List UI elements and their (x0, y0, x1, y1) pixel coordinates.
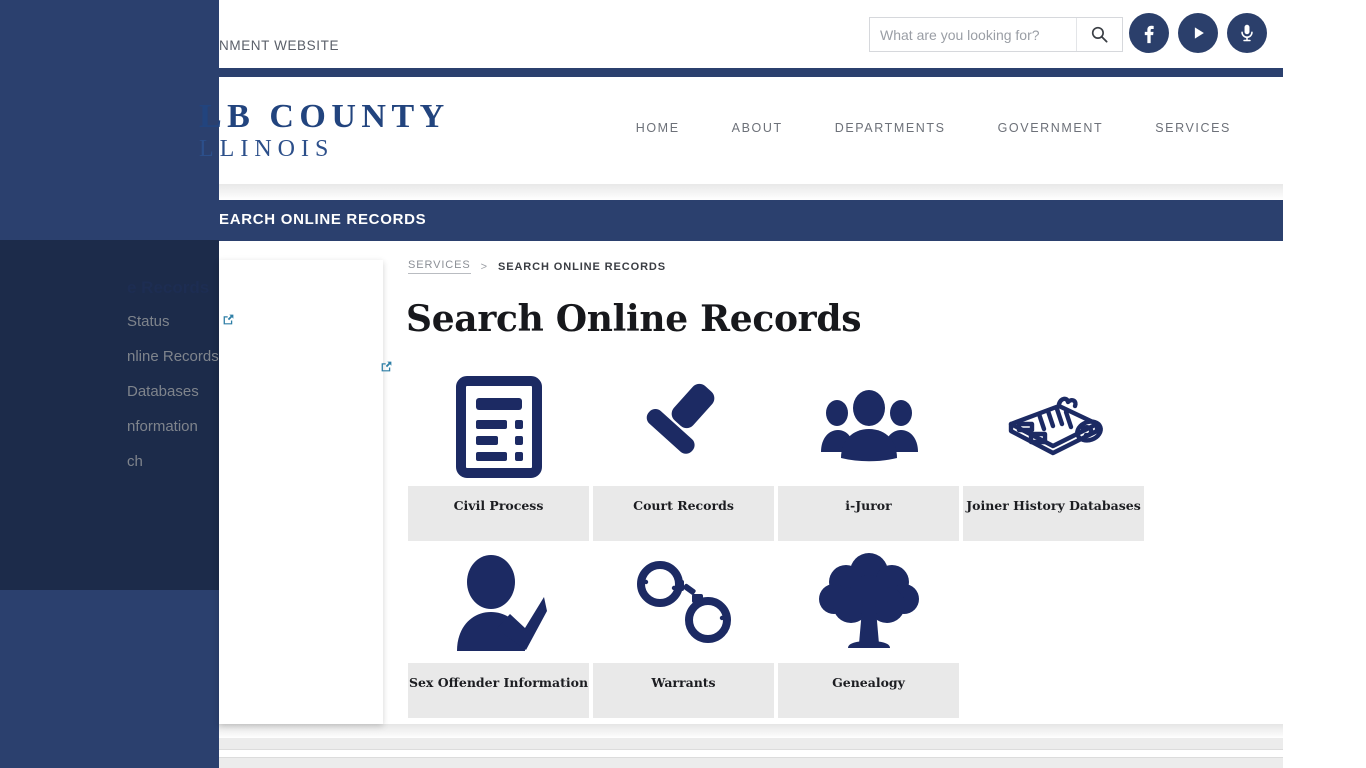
sidebar-item-5[interactable]: nformation (127, 409, 383, 444)
service-tile-grid: Civil Process Court Records i-Juror Join… (408, 368, 1148, 722)
sidebar-item-4-label: Databases (127, 383, 199, 400)
tile-label-text: Joiner History Databases (966, 498, 1141, 513)
service-tile-warrants[interactable]: Warrants (593, 545, 774, 718)
site-header: LB COUNTY LLINOIS HOME ABOUT DEPARTMENTS… (199, 77, 1283, 184)
service-tile-row-2: Sex Offender Information Warrants Geneal… (408, 545, 1148, 718)
left-background-band-bottom (0, 590, 219, 768)
content-bottom-shadow (219, 724, 1283, 738)
tile-label-text: Sex Offender Information (408, 675, 589, 690)
service-tile-civil-process[interactable]: Civil Process (408, 368, 589, 541)
sidebar-item-4[interactable]: Databases (127, 374, 383, 409)
page-root: NMENT WEBSITE What are you looking for? … (0, 0, 1366, 768)
facebook-glyph (1144, 25, 1154, 44)
page-title: Search Online Records (406, 298, 862, 340)
service-tile-i-juror[interactable]: i-Juror (778, 368, 959, 541)
service-tile-sex-offender-information[interactable]: Sex Offender Information (408, 545, 589, 718)
handcuffs-icon (636, 561, 731, 643)
tile-label-text: i-Juror (845, 498, 892, 513)
document-list-icon (455, 376, 542, 478)
tile-artwork (778, 368, 959, 486)
service-tile-genealogy[interactable]: Genealogy (778, 545, 959, 718)
page-title-band: EARCH ONLINE RECORDS (219, 200, 1283, 241)
site-logo[interactable]: LB COUNTY LLINOIS (199, 99, 450, 163)
logo-county-name: LB COUNTY (199, 98, 450, 135)
nav-item-departments[interactable]: DEPARTMENTS (809, 121, 972, 135)
sidebar-item-2-label: nline Records (127, 348, 219, 365)
sidebar-item-6-label: ch (127, 453, 143, 470)
tile-artwork (778, 545, 959, 663)
breadcrumb-separator: > (480, 260, 488, 273)
nav-item-services[interactable]: SERVICES (1129, 121, 1257, 135)
tile-label: Civil Process (408, 486, 589, 541)
microphone-glyph (1241, 24, 1253, 42)
service-tile-row-1: Civil Process Court Records i-Juror Join… (408, 368, 1148, 541)
tree-icon (818, 553, 919, 648)
person-check-icon (456, 555, 547, 651)
tile-artwork (593, 545, 774, 663)
facebook-icon[interactable] (1129, 13, 1169, 53)
footer-bottom-strip (219, 758, 1283, 768)
page-title-band-text: EARCH ONLINE RECORDS (219, 211, 427, 228)
sidebar-item-5-label: nformation (127, 418, 198, 435)
header-shadow (219, 184, 1283, 200)
right-gutter (1283, 0, 1366, 768)
nav-item-home[interactable]: HOME (610, 121, 706, 135)
tile-label: Court Records (593, 486, 774, 541)
sidebar-list: e Records Status nline Records Databases… (127, 278, 392, 479)
nav-item-government[interactable]: GOVERNMENT (972, 121, 1130, 135)
tile-label-text: Civil Process (453, 498, 544, 513)
youtube-play-icon[interactable] (1178, 13, 1218, 53)
tile-label-text: Warrants (651, 675, 716, 690)
utility-bar: NMENT WEBSITE (219, 0, 1283, 68)
sidebar-item-2[interactable]: nline Records (127, 339, 392, 374)
play-glyph (1194, 27, 1204, 39)
service-tile-court-records[interactable]: Court Records (593, 368, 774, 541)
tile-artwork (593, 368, 774, 486)
service-tile-joiner-history-databases[interactable]: Joiner History Databases (963, 368, 1144, 541)
sidebar-card: e Records Status nline Records Databases… (127, 260, 392, 724)
header-accent-rule (219, 68, 1283, 77)
search-box[interactable] (869, 17, 1123, 52)
sidebar-item-6[interactable]: ch (127, 444, 383, 479)
logo-state-name: LLINOIS (199, 136, 335, 162)
footer-strip (219, 738, 1283, 749)
sidebar-heading: e Records (127, 278, 210, 297)
site-tagline: NMENT WEBSITE (219, 38, 340, 53)
search-input[interactable] (870, 18, 1076, 51)
tile-artwork (408, 545, 589, 663)
breadcrumb-parent-link[interactable]: SERVICES (408, 259, 471, 274)
tile-label-text: Genealogy (832, 675, 905, 690)
rolled-newspaper-icon (1008, 396, 1103, 456)
search-submit-button[interactable] (1076, 18, 1122, 51)
social-links (1129, 13, 1267, 53)
sidebar-item-1[interactable]: Status (127, 304, 383, 339)
podcast-microphone-icon[interactable] (1227, 13, 1267, 53)
nav-item-about[interactable]: ABOUT (706, 121, 809, 135)
tile-label: Sex Offender Information (408, 663, 589, 718)
people-group-icon (820, 390, 918, 462)
tile-label: i-Juror (778, 486, 959, 541)
breadcrumb-current: SEARCH ONLINE RECORDS (497, 260, 666, 273)
tile-label: Warrants (593, 663, 774, 718)
tile-artwork (408, 368, 589, 486)
tile-label-text: Court Records (633, 498, 734, 513)
footer-divider (219, 749, 1283, 758)
left-background-band-top (0, 0, 219, 240)
tile-label: Genealogy (778, 663, 959, 718)
tile-artwork (963, 368, 1144, 486)
gavel-icon (646, 383, 714, 454)
search-icon (1091, 26, 1108, 43)
breadcrumb: SERVICES > SEARCH ONLINE RECORDS (408, 259, 666, 274)
main-navigation: HOME ABOUT DEPARTMENTS GOVERNMENT SERVIC… (610, 121, 1257, 135)
tile-label: Joiner History Databases (963, 486, 1144, 541)
sidebar-item-1-label: Status (127, 313, 170, 330)
